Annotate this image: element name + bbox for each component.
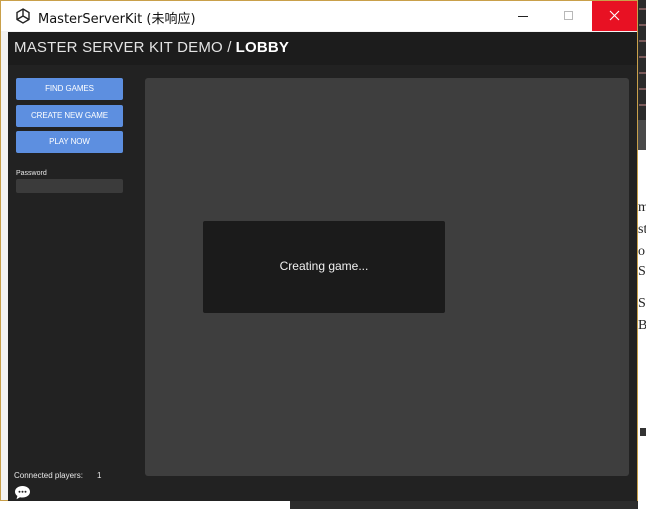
connected-players-count: 1 — [96, 471, 102, 480]
background-doc-text: o — [638, 244, 645, 259]
dialog-message: Creating game... — [279, 259, 369, 273]
header-page-title: LOBBY — [235, 39, 290, 56]
background-doc-text: S — [638, 264, 646, 279]
play-now-button[interactable]: PLAY NOW — [16, 131, 123, 153]
create-new-game-button[interactable]: CREATE NEW GAME — [16, 105, 123, 127]
background-doc-text: S — [638, 296, 646, 311]
game-view: MASTER SERVER KIT DEMO / LOBBY FIND GAMES… — [8, 32, 637, 501]
background-terminal — [638, 0, 646, 120]
password-label: Password — [16, 170, 47, 177]
title-bar[interactable]: MasterServerKit (未响应) — [1, 1, 637, 31]
chat-bubble-icon[interactable] — [14, 485, 31, 500]
maximize-button[interactable] — [546, 1, 592, 31]
lobby-header: MASTER SERVER KIT DEMO / LOBBY — [8, 32, 637, 65]
password-input[interactable] — [16, 179, 123, 193]
unity-logo-icon — [16, 8, 30, 24]
close-icon — [609, 10, 620, 21]
minimize-button[interactable] — [500, 1, 546, 31]
find-games-button[interactable]: FIND GAMES — [16, 78, 123, 100]
creating-game-dialog: Creating game... — [203, 221, 445, 313]
background-document: m st o S S B — [638, 150, 646, 509]
connected-players: Connected players: 1 — [14, 471, 101, 480]
close-button[interactable] — [592, 1, 637, 31]
background-toolbar — [638, 120, 646, 150]
connected-players-label: Connected players: — [14, 471, 83, 480]
window-title: MasterServerKit (未响应) — [38, 12, 196, 27]
header-section: MASTER SERVER KIT DEMO / — [14, 39, 232, 56]
background-bottom — [0, 500, 646, 509]
app-window: MasterServerKit (未响应) MASTER SERVER KIT … — [0, 0, 638, 501]
games-list-panel: Creating game... — [145, 78, 629, 476]
background-doc-text: B — [638, 318, 646, 333]
background-doc-text: m — [638, 200, 646, 215]
background-doc-text: st — [638, 222, 646, 237]
